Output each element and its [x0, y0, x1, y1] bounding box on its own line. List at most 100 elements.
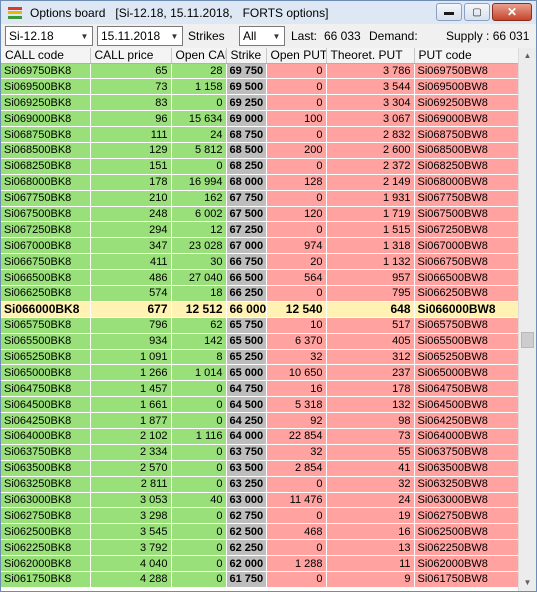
- col-header-open-call[interactable]: Open CAL: [171, 48, 227, 64]
- call-price-cell: 83: [90, 94, 172, 112]
- theoret-put-cell: 2 149: [326, 174, 415, 191]
- table-row[interactable]: Si069250BK8 83 0 69 250 0 3 304 Si069250BW8: [1, 94, 518, 112]
- open-put-cell: 0: [266, 476, 327, 493]
- instrument-select[interactable]: Si-12.18 ▼: [5, 26, 93, 46]
- table-row[interactable]: Si069500BK8 73 1 158 69 500 0 3 544 Si069500BW…: [1, 78, 518, 96]
- put-code-cell: Si063250BW8: [414, 476, 518, 493]
- theoret-put-cell: 16: [326, 523, 415, 541]
- table-row[interactable]: Si067000BK8 347 23 028 67 000 974 1 318 Si0670…: [1, 237, 518, 255]
- table-row[interactable]: Si066250BK8 574 18 66 250 0 795 Si066250BW8: [1, 285, 518, 302]
- put-code-cell: Si065000BW8: [414, 364, 518, 382]
- table-row[interactable]: Si061750BK8 4 288 0 61 750 0 9 Si061750BW8: [1, 571, 518, 588]
- table-row[interactable]: Si067750BK8 210 162 67 750 0 1 931 Si067750BW8: [1, 190, 518, 207]
- table-row[interactable]: Si062500BK8 3 545 0 62 500 468 16 Si062500BW8: [1, 523, 518, 541]
- table-row[interactable]: Si066000BK8 677 12 512 66 000 12 540 648 Si066…: [1, 301, 518, 318]
- put-code-cell: Si068750BW8: [414, 126, 518, 143]
- table-row[interactable]: Si064750BK8 1 457 0 64 750 16 178 Si064750BW8: [1, 380, 518, 398]
- table-row[interactable]: Si062000BK8 4 040 0 62 000 1 288 11 Si062000BW…: [1, 555, 518, 572]
- scroll-up-icon[interactable]: ▲: [519, 48, 536, 64]
- table-row[interactable]: Si065000BK8 1 266 1 014 65 000 10 650 237 Si06…: [1, 364, 518, 382]
- table-row[interactable]: Si068000BK8 178 16 994 68 000 128 2 149 Si0680…: [1, 174, 518, 191]
- open-put-cell: 0: [266, 78, 327, 96]
- table-row[interactable]: Si065500BK8 934 142 65 500 6 370 405 Si065500B…: [1, 333, 518, 350]
- scroll-thumb[interactable]: [521, 332, 534, 348]
- theoret-put-cell: 1 318: [326, 237, 415, 255]
- table-row[interactable]: Si062250BK8 3 792 0 62 250 0 13 Si062250BW8: [1, 539, 518, 557]
- col-header-strike[interactable]: Strike: [226, 48, 267, 64]
- call-code-cell: Si067500BK8: [1, 206, 91, 223]
- open-call-cell: 12: [171, 221, 227, 239]
- strike-cell: 69 750: [226, 63, 267, 80]
- close-button[interactable]: ✕: [492, 3, 532, 21]
- chevron-down-icon: ▼: [80, 31, 89, 41]
- strikes-select[interactable]: All ▼: [239, 26, 285, 46]
- open-call-cell: 5 812: [171, 142, 227, 159]
- theoret-put-cell: 3 786: [326, 63, 415, 80]
- strike-cell: 65 500: [226, 333, 267, 350]
- col-header-call-code[interactable]: CALL code: [1, 48, 91, 64]
- call-code-cell: Si066000BK8: [1, 301, 91, 318]
- vertical-scrollbar[interactable]: ▲ ▼: [518, 48, 536, 591]
- table-row[interactable]: Si065250BK8 1 091 8 65 250 32 312 Si065250BW8: [1, 349, 518, 366]
- col-header-put-code[interactable]: PUT code: [414, 48, 518, 64]
- table-row[interactable]: Si063000BK8 3 053 40 63 000 11 476 24 Si063000…: [1, 492, 518, 509]
- open-put-cell: 0: [266, 539, 327, 557]
- put-code-cell: Si062750BW8: [414, 507, 518, 525]
- expiry-select[interactable]: 15.11.2018 ▼: [97, 26, 183, 46]
- scroll-down-icon[interactable]: ▼: [519, 575, 536, 591]
- theoret-put-cell: 648: [326, 301, 415, 318]
- open-put-cell: 0: [266, 285, 327, 302]
- table-row[interactable]: Si064250BK8 1 877 0 64 250 92 98 Si064250BW8: [1, 412, 518, 429]
- strike-cell: 64 000: [226, 428, 267, 445]
- table-row[interactable]: Si069000BK8 96 15 634 69 000 100 3 067 Si06900…: [1, 110, 518, 128]
- open-put-cell: 5 318: [266, 396, 327, 414]
- call-price-cell: 96: [90, 110, 172, 128]
- table-row[interactable]: Si062750BK8 3 298 0 62 750 0 19 Si062750BW8: [1, 507, 518, 525]
- table-row[interactable]: Si064000BK8 2 102 1 116 64 000 22 854 73 Si064…: [1, 428, 518, 445]
- call-price-cell: 1 266: [90, 364, 172, 382]
- col-header-theoret-put[interactable]: Theoret. PUT: [326, 48, 415, 64]
- call-code-cell: Si068750BK8: [1, 126, 91, 143]
- put-code-cell: Si067750BW8: [414, 190, 518, 207]
- call-price-cell: 2 570: [90, 460, 172, 477]
- col-header-open-put[interactable]: Open PUT: [266, 48, 327, 64]
- strike-cell: 62 000: [226, 555, 267, 572]
- call-code-cell: Si062500BK8: [1, 523, 91, 541]
- table-row[interactable]: Si068500BK8 129 5 812 68 500 200 2 600 Si06850…: [1, 142, 518, 159]
- window-controls: ▬ ▢ ✕: [436, 3, 532, 21]
- col-header-call-price[interactable]: CALL price: [90, 48, 172, 64]
- table-row[interactable]: Si065750BK8 796 62 65 750 10 517 Si065750BW8: [1, 317, 518, 334]
- theoret-put-cell: 98: [326, 412, 415, 429]
- open-call-cell: 12 512: [171, 301, 227, 318]
- table-row[interactable]: Si066750BK8 411 30 66 750 20 1 132 Si066750BW8: [1, 253, 518, 271]
- table-row[interactable]: Si063750BK8 2 334 0 63 750 32 55 Si063750BW8: [1, 444, 518, 461]
- open-put-cell: 6 370: [266, 333, 327, 350]
- minimize-button[interactable]: ▬: [436, 3, 462, 21]
- open-call-cell: 62: [171, 317, 227, 334]
- options-table: CALL code CALL price Open CAL Strike Ope…: [1, 48, 518, 588]
- open-call-cell: 142: [171, 333, 227, 350]
- table-row[interactable]: Si068250BK8 151 0 68 250 0 2 372 Si068250BW8: [1, 158, 518, 175]
- table-row[interactable]: Si067500BK8 248 6 002 67 500 120 1 719 Si06750…: [1, 206, 518, 223]
- strike-cell: 62 500: [226, 523, 267, 541]
- table-row[interactable]: Si063500BK8 2 570 0 63 500 2 854 41 Si063500BW…: [1, 460, 518, 477]
- call-code-cell: Si065250BK8: [1, 349, 91, 366]
- table-row[interactable]: Si067250BK8 294 12 67 250 0 1 515 Si067250BW8: [1, 221, 518, 239]
- theoret-put-cell: 237: [326, 364, 415, 382]
- maximize-button[interactable]: ▢: [464, 3, 490, 21]
- open-call-cell: 24: [171, 126, 227, 143]
- open-put-cell: 10: [266, 317, 327, 334]
- strikes-label: Strikes: [188, 29, 225, 43]
- last-label: Last:: [291, 29, 318, 43]
- table-row[interactable]: Si066500BK8 486 27 040 66 500 564 957 Si066500…: [1, 269, 518, 286]
- theoret-put-cell: 1 719: [326, 206, 415, 223]
- title-bar[interactable]: Options board [Si-12.18, 15.11.2018, FOR…: [1, 1, 536, 24]
- open-put-cell: 0: [266, 571, 327, 588]
- chevron-down-icon: ▼: [272, 31, 281, 41]
- table-row[interactable]: Si064500BK8 1 661 0 64 500 5 318 132 Si064500B…: [1, 396, 518, 414]
- table-row[interactable]: Si068750BK8 111 24 68 750 0 2 832 Si068750BW8: [1, 126, 518, 143]
- table-row[interactable]: Si063250BK8 2 811 0 63 250 0 32 Si063250BW8: [1, 476, 518, 493]
- open-call-cell: 8: [171, 349, 227, 366]
- open-put-cell: 16: [266, 380, 327, 398]
- table-row[interactable]: Si069750BK8 65 28 69 750 0 3 786 Si069750BW8: [1, 63, 518, 80]
